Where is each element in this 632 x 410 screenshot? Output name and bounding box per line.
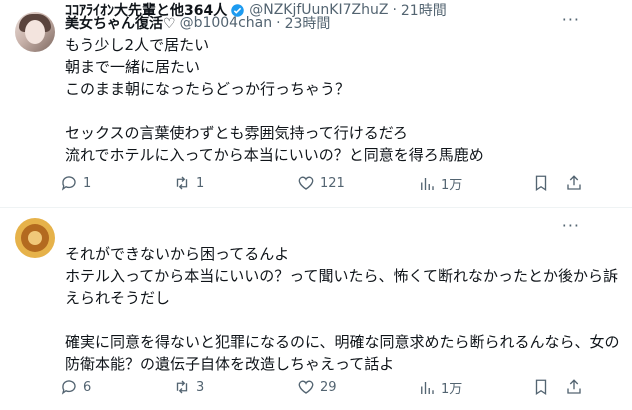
retweet-icon (176, 380, 188, 394)
user-handle[interactable]: @NZKjfUunKI7ZhuZ (249, 2, 388, 18)
retweet-count: 1 (196, 175, 205, 191)
more-icon[interactable]: ··· (562, 216, 580, 235)
avatar[interactable] (15, 218, 55, 258)
verified-badge-icon (231, 3, 244, 17)
tweet[interactable]: 美女ちゃん復活♡ @b1004chan · 23時間 ··· もう少し2人で居た… (0, 0, 632, 208)
reply-count: 1 (83, 175, 92, 191)
like-icon (298, 380, 314, 394)
avatar[interactable] (15, 12, 55, 52)
like-button[interactable]: 29 (297, 378, 337, 396)
bookmark-button[interactable] (532, 174, 550, 192)
views-icon (421, 381, 434, 394)
views-button[interactable]: 1万 (418, 174, 462, 193)
tweet-actions: 1 1 121 1万 (60, 174, 590, 196)
share-button[interactable] (565, 378, 583, 396)
bookmark-button[interactable] (532, 378, 550, 396)
timestamp[interactable]: 21時間 (401, 0, 447, 20)
reply-icon (61, 176, 76, 191)
views-count: 1万 (441, 382, 463, 397)
retweet-icon (176, 176, 188, 190)
reply-count: 6 (83, 379, 92, 395)
separator: · (392, 2, 397, 18)
views-button[interactable]: 1万 (418, 378, 462, 397)
share-icon (567, 379, 581, 394)
like-count: 29 (320, 379, 337, 395)
tweet-actions: 6 3 29 1万 (60, 378, 590, 400)
share-button[interactable] (565, 174, 583, 192)
tweet-text: それができないから困ってるんよ ホテル入ってから本当にいいの？って聞いたら、怖く… (65, 245, 620, 373)
like-button[interactable]: 121 (297, 174, 345, 192)
more-icon[interactable]: ··· (562, 10, 580, 29)
reply-button[interactable]: 6 (60, 378, 91, 396)
retweet-button[interactable]: 3 (173, 378, 204, 396)
bookmark-icon (535, 379, 547, 396)
bookmark-icon (535, 175, 547, 192)
views-count: 1万 (441, 178, 463, 193)
tweet-text: もう少し2人で居たい 朝まで一緒に居たい このまま朝になったらどっか行っちゃう？… (65, 36, 484, 164)
tweet[interactable]: ··· それができないから困ってるんよ ホテル入ってから本当にいいの？って聞いた… (0, 208, 632, 410)
reply-button[interactable]: 1 (60, 174, 91, 192)
tweet-header: ｺｺｱﾗｲｵﾝ大先輩と他364人 @NZKjfUunKI7ZhuZ · 21時間 (65, 0, 447, 20)
reply-icon (61, 380, 76, 395)
views-icon (421, 177, 434, 190)
like-icon (298, 176, 314, 190)
retweet-button[interactable]: 1 (173, 174, 204, 192)
retweet-count: 3 (196, 379, 205, 395)
share-icon (567, 175, 581, 190)
like-count: 121 (320, 175, 345, 191)
display-name[interactable]: ｺｺｱﾗｲｵﾝ大先輩と他364人 (65, 0, 227, 20)
